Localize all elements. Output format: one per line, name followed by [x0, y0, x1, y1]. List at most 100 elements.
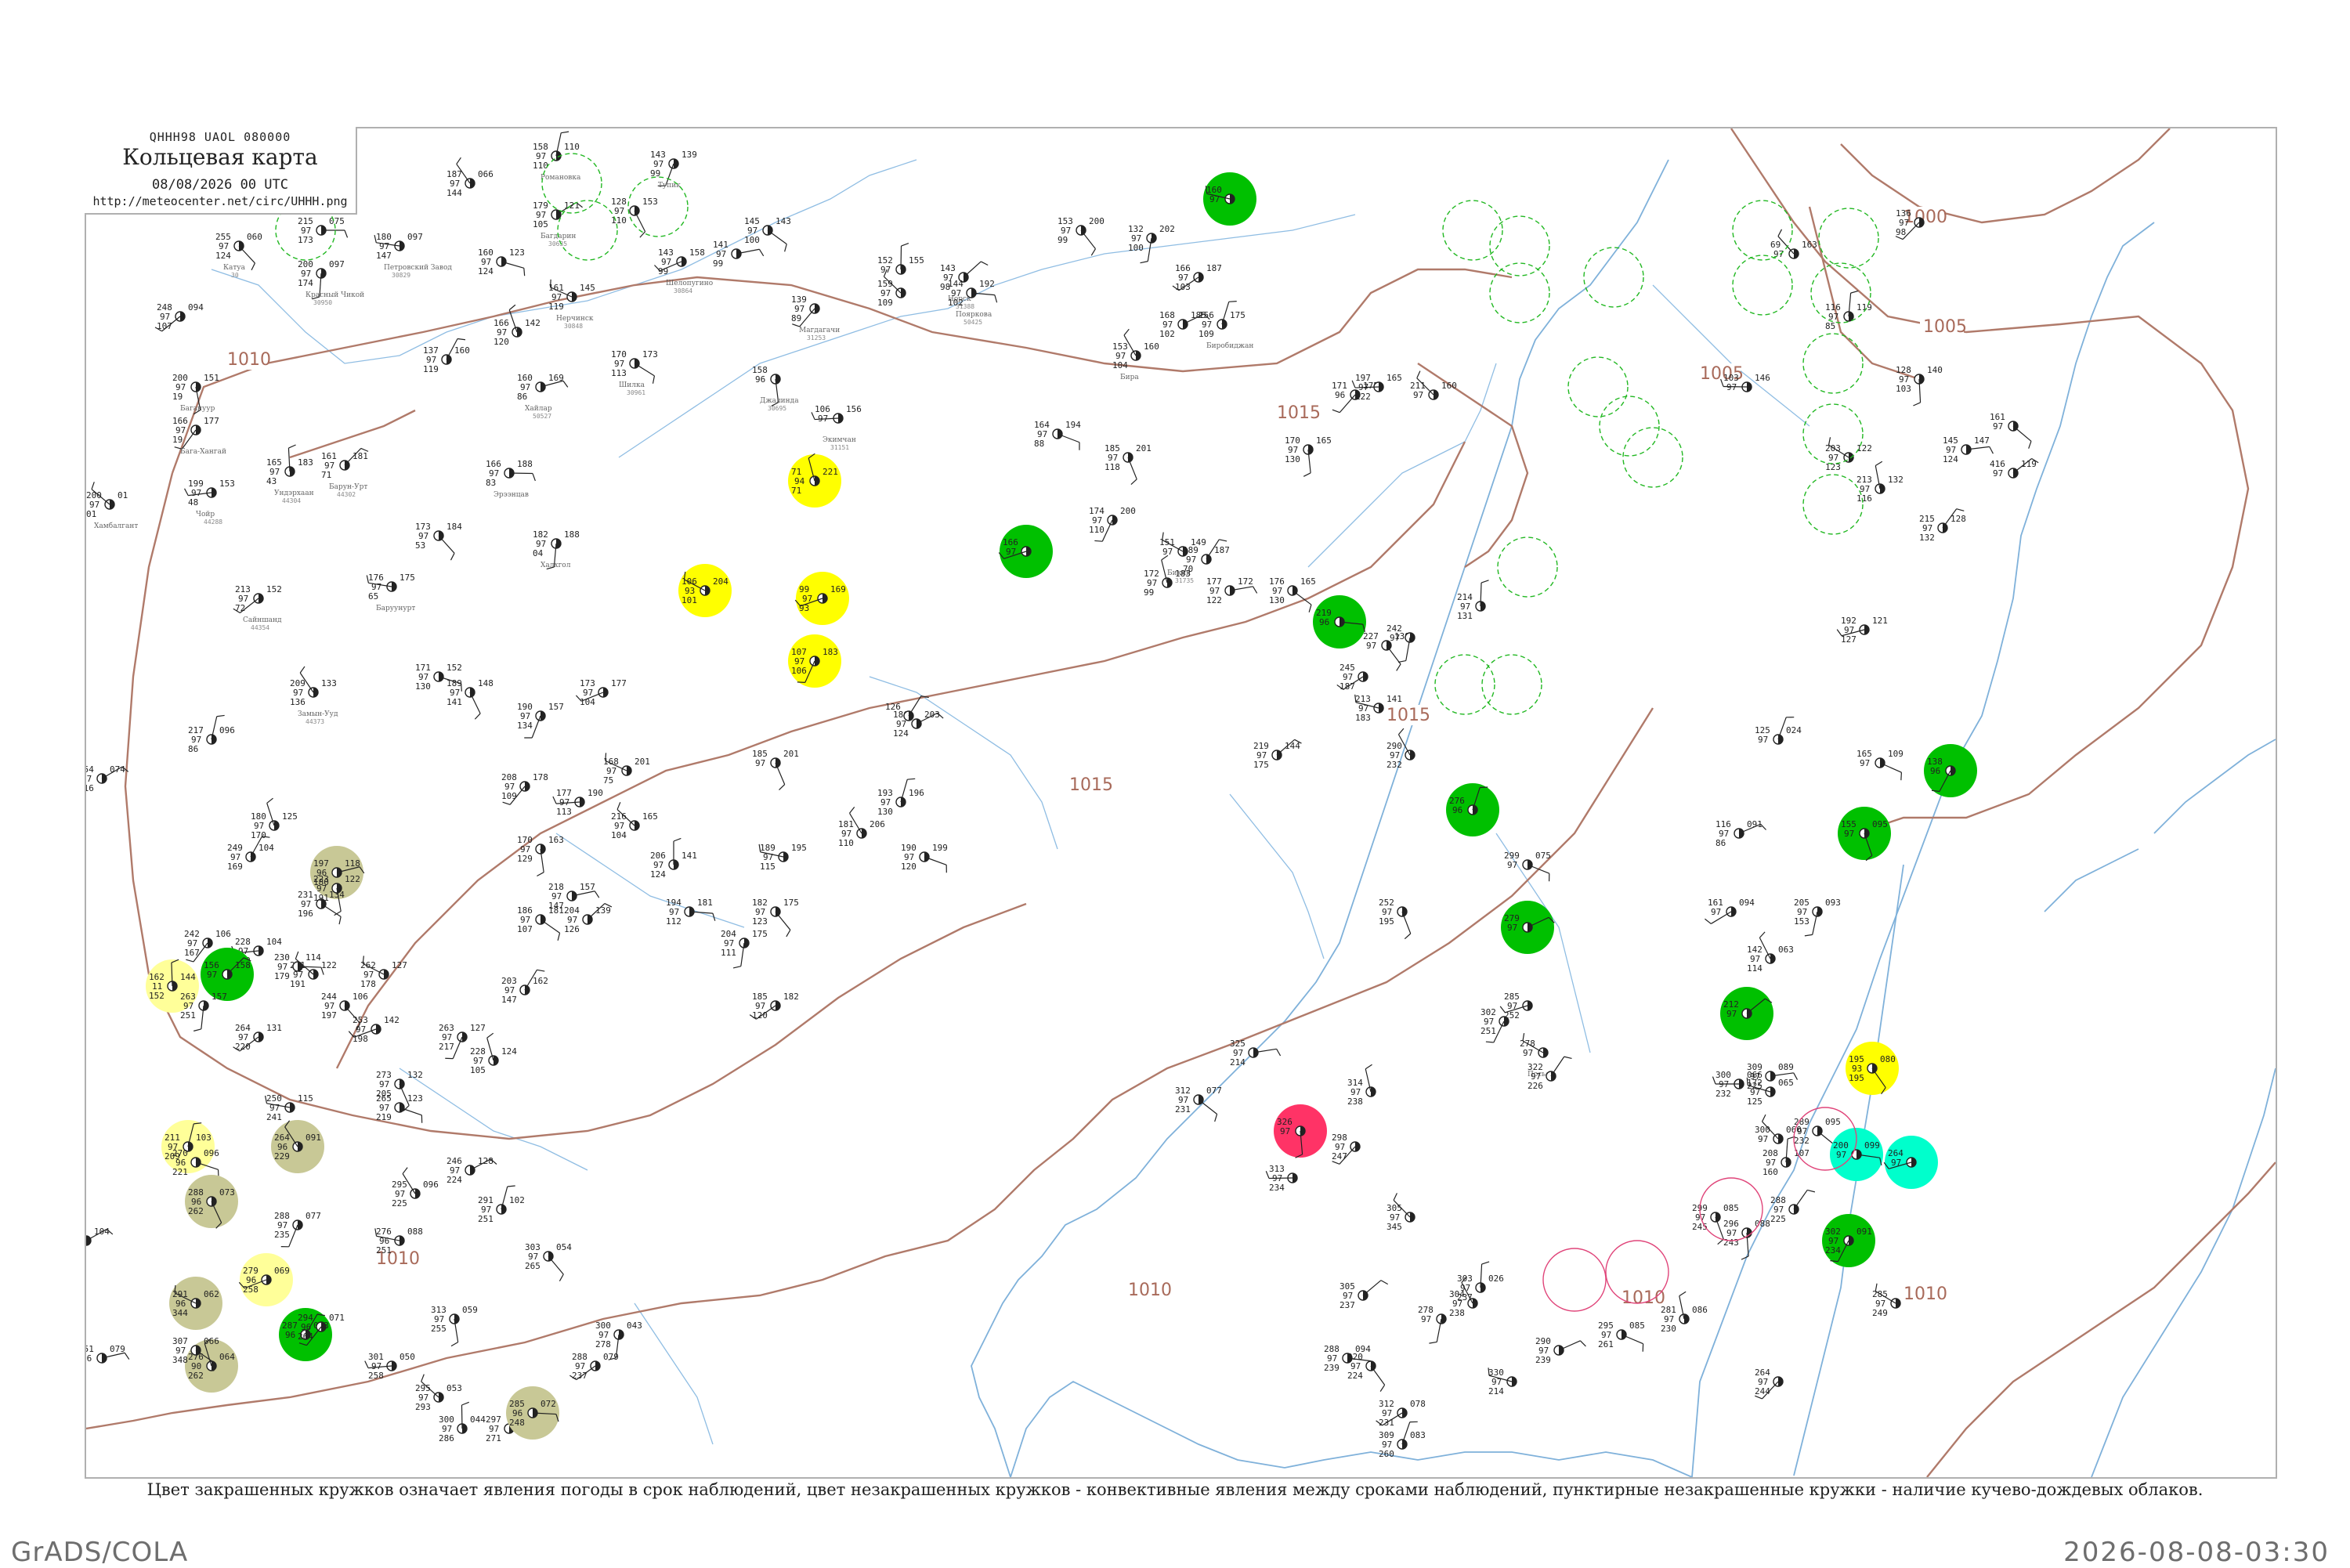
station-plot: 28897235077 — [274, 1211, 321, 1247]
station-plot: 24997169104 — [227, 836, 274, 872]
station-plot: 20897109178 — [501, 772, 548, 804]
station-dewpoint: 100 — [744, 235, 760, 245]
wind-feather-icon — [559, 1274, 563, 1281]
station-plot: 29197251102 — [478, 1186, 525, 1224]
map-frame: 1000100510051010101010101010101010151015… — [85, 127, 2277, 1479]
station-dewpoint: 104 — [611, 830, 627, 840]
station-tendency: 127 — [470, 1023, 486, 1033]
station-plot: 14297114063 — [1747, 932, 1794, 974]
wind-feather-icon — [1219, 540, 1227, 541]
station-dewpoint: 103 — [1175, 282, 1191, 292]
cumulonimbus-ring-icon — [1482, 655, 1542, 714]
station-dewpoint: 258 — [243, 1284, 258, 1295]
station-plot: 16097 — [1203, 172, 1256, 226]
station-dewpoint: 244 — [1755, 1386, 1770, 1396]
station-plot: 31397255059 — [431, 1305, 478, 1346]
station-plot: 25097241115 — [266, 1093, 313, 1122]
station-tendency: 096 — [219, 725, 235, 735]
station-plot: 20497126139 — [564, 904, 612, 934]
station-dewpoint: 293 — [415, 1402, 431, 1412]
station-temp-code: 97 — [1507, 923, 1517, 933]
station-dewpoint: 344 — [172, 1308, 188, 1318]
station-plot: 26497244 — [1755, 1367, 1783, 1399]
station-dewpoint: 106 — [791, 666, 807, 676]
wind-barb-icon — [1559, 1341, 1580, 1350]
station-dewpoint: 98 — [1896, 227, 1906, 237]
station-tendency: 181 — [697, 898, 713, 908]
wind-feather-icon — [1705, 919, 1711, 923]
station-dewpoint: 65 — [368, 591, 378, 602]
station-tendency: 188 — [517, 459, 533, 469]
wind-barb-icon — [470, 692, 480, 714]
wind-feather-icon — [1332, 1162, 1340, 1165]
station-name: Замын-Ууд — [298, 710, 338, 718]
station-dewpoint: 217 — [439, 1042, 454, 1052]
station-tendency: 201 — [634, 757, 650, 767]
station-dewpoint: 122 — [1206, 595, 1222, 605]
station-dewpoint: 238 — [1449, 1308, 1465, 1318]
station-name: Пояркова — [956, 311, 992, 319]
wind-feather-icon — [193, 1029, 201, 1031]
station-temp-code: 97 — [1006, 547, 1016, 557]
station-dewpoint: 237 — [1340, 1300, 1355, 1310]
station-tendency: 157 — [580, 882, 595, 892]
station-tendency: 141 — [682, 851, 697, 861]
station-tendency: 190 — [588, 788, 603, 798]
station-dewpoint: 114 — [1747, 963, 1762, 974]
station-dewpoint: 197 — [321, 1010, 337, 1021]
wind-feather-icon — [186, 959, 193, 962]
cumulonimbus-ring-icon — [1568, 357, 1628, 417]
station-dewpoint: 234 — [1269, 1183, 1285, 1193]
station-dewpoint: 183 — [1355, 713, 1371, 723]
station-plot: 30397265054 — [525, 1242, 572, 1281]
station-tendency: 073 — [219, 1187, 235, 1198]
wind-feather-icon — [595, 891, 598, 898]
station-tendency: 074 — [110, 764, 125, 775]
source-url[interactable]: http://meteocenter.net/circ/UHHH.png — [85, 194, 356, 208]
station-plot: 17097130165 — [1285, 435, 1332, 476]
station-plot: 19097134157 — [517, 702, 564, 738]
station-dewpoint: 130 — [1285, 454, 1300, 464]
wind-barb-icon — [439, 536, 454, 553]
station-plot: 24897107094 — [155, 302, 204, 331]
station-dewpoint: 130 — [877, 807, 893, 817]
station-plot: 27696 — [1446, 783, 1499, 836]
station-dewpoint: 124 — [478, 266, 494, 276]
station-index: 44304 — [282, 497, 301, 504]
wind-barb-icon — [776, 912, 790, 930]
wind-feather-icon — [981, 262, 988, 266]
station-tendency: 099 — [1864, 1140, 1880, 1151]
station-dewpoint: 345 — [1386, 1222, 1402, 1232]
wind-feather-icon — [1394, 1193, 1397, 1200]
station-dewpoint: 103 — [1896, 384, 1911, 394]
station-dewpoint: 198 — [352, 1034, 368, 1044]
station-plot: 719471221 — [788, 453, 841, 508]
wind-feather-icon — [1091, 249, 1095, 256]
station-tendency: 106 — [352, 992, 368, 1002]
wind-feather-icon — [850, 807, 855, 813]
station-dewpoint: 232 — [1794, 1136, 1810, 1146]
station-plot: 19797122165 — [1352, 373, 1402, 402]
station-dewpoint: 120 — [494, 337, 509, 347]
wind-feather-icon — [508, 1186, 515, 1187]
station-dewpoint: 235 — [274, 1230, 290, 1240]
station-tendency: 152 — [266, 584, 282, 594]
station-dewpoint: 107 — [517, 924, 533, 934]
station-plot: 15896Джалинда30695 — [752, 365, 799, 412]
station-dewpoint: 115 — [760, 862, 776, 872]
station-tendency: 175 — [400, 573, 415, 583]
station-tendency: 156 — [846, 404, 862, 414]
station-tendency: 169 — [830, 584, 846, 594]
station-tendency: 185 — [1191, 310, 1206, 320]
station-dewpoint: 239 — [1535, 1355, 1551, 1365]
isobar-label: 1010 — [227, 350, 271, 370]
station-plot: 32697 — [1274, 1104, 1327, 1158]
station-plot: 20697124141 — [650, 838, 697, 880]
wind-barb-icon — [1386, 645, 1401, 664]
station-name: Барун-Урт — [329, 483, 367, 491]
station-tendency: 119 — [2021, 459, 2037, 469]
cumulonimbus-ring-icon — [1435, 655, 1495, 714]
station-plot: 15997109 — [877, 269, 906, 308]
isobar-label: 1010 — [1904, 1284, 1947, 1304]
station-plot: 21697104165 — [611, 802, 658, 840]
